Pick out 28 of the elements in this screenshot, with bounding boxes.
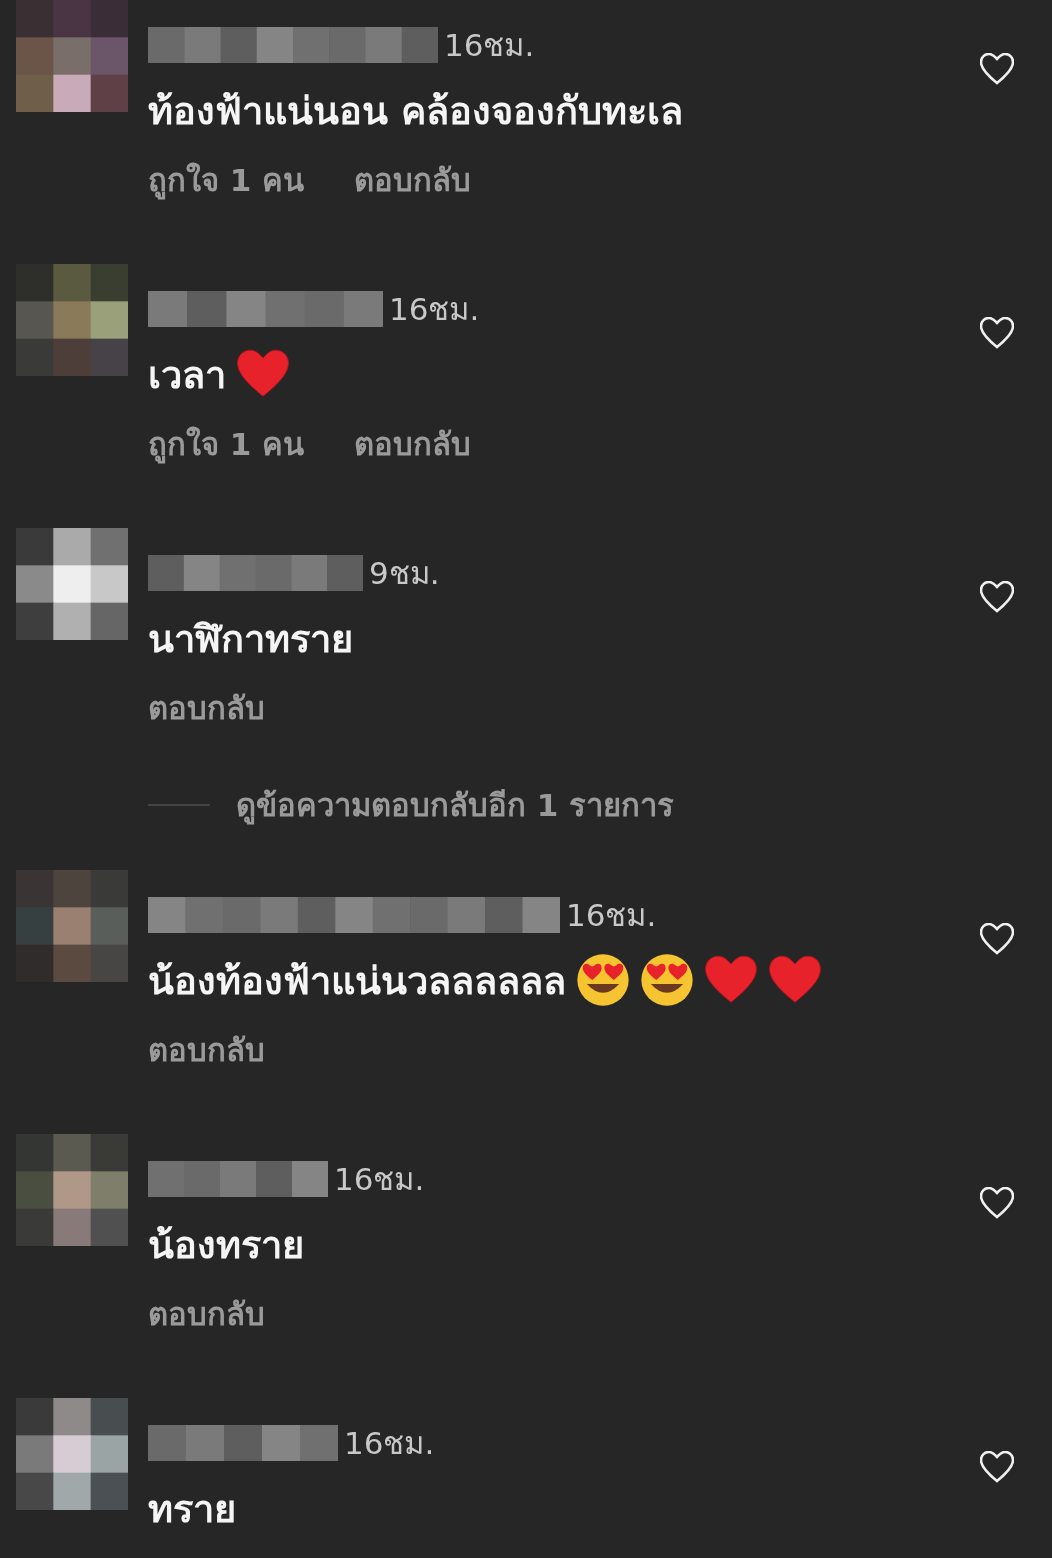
reply-link[interactable]: ตอบกลับ (148, 683, 265, 733)
view-replies-link[interactable]: ดูข้อความตอบกลับอีก 1 รายการ (236, 780, 675, 830)
comment-text: ทราย (148, 1485, 236, 1533)
comment-text: นาฬิกาทราย (148, 615, 353, 663)
comment-text: ท้องฟ้าแน่นอน คล้องจองกับทะเล (148, 87, 684, 135)
like-count[interactable]: ถูกใจ 1 คน (148, 419, 305, 469)
heart-icon[interactable] (980, 1451, 1014, 1483)
timestamp: 16ชม. (389, 290, 480, 329)
heart-icon[interactable] (980, 317, 1014, 349)
timestamp: 16ชม. (334, 1160, 425, 1199)
heart-icon[interactable] (980, 53, 1014, 85)
heart-icon[interactable] (980, 581, 1014, 613)
heart-icon[interactable] (980, 923, 1014, 955)
comment-text: น้องท้องฟ้าแน่นวลลลลลล (148, 957, 566, 1005)
like-count[interactable]: ถูกใจ 1 คน (148, 155, 305, 205)
reply-link[interactable]: ตอบกลับ (354, 419, 472, 469)
reply-link[interactable]: ตอบกลับ (354, 155, 472, 205)
timestamp: 16ชม. (344, 1424, 435, 1463)
heart-eyes-face-icon (640, 953, 694, 1007)
timestamp: 16ชม. (444, 26, 535, 65)
reply-link[interactable]: ตอบกลับ (148, 1289, 265, 1339)
heart-icon[interactable] (980, 1187, 1014, 1219)
reply-link[interactable]: ตอบกลับ (148, 1025, 265, 1075)
comment-text: เวลา (148, 351, 226, 399)
timestamp: 16ชม. (566, 896, 657, 935)
timestamp: 9ชม. (369, 554, 440, 593)
heart-eyes-face-icon (576, 953, 630, 1007)
comment-text: น้องทราย (148, 1221, 304, 1269)
